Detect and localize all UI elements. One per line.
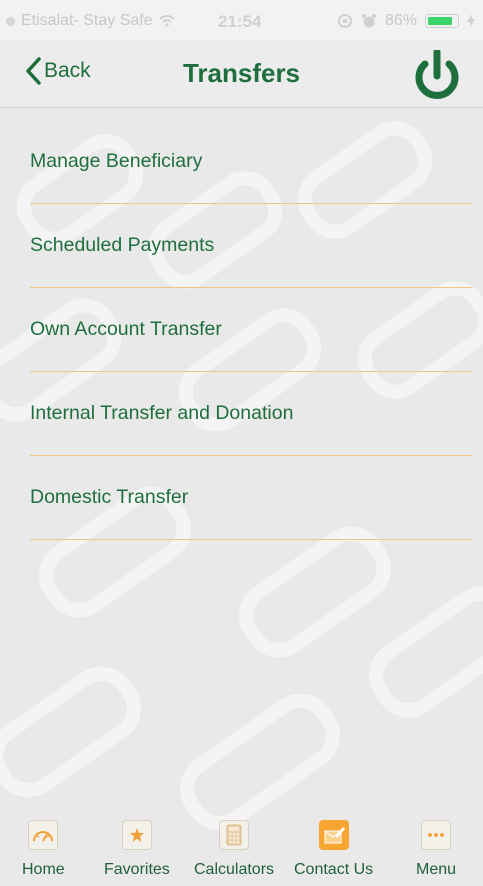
- envelope-edit-icon: [318, 820, 349, 850]
- menu-item-internal-transfer-donation[interactable]: Internal Transfer and Donation: [30, 372, 473, 456]
- tab-contact-us[interactable]: Contact Us: [294, 820, 373, 879]
- status-time: 21:54: [218, 12, 262, 31]
- menu-item-own-account-transfer[interactable]: Own Account Transfer: [30, 288, 473, 372]
- speedometer-icon: [28, 820, 59, 850]
- tab-menu-label: Menu: [416, 861, 457, 878]
- logout-button[interactable]: [409, 48, 465, 105]
- transfers-menu-list: Manage Beneficiary Scheduled Payments Ow…: [30, 120, 473, 540]
- status-bar: Etisalat- Stay Safe 21:54 86%: [0, 0, 483, 40]
- carrier-info: Etisalat- Stay Safe: [6, 12, 175, 30]
- menu-item-label: Scheduled Payments: [30, 234, 215, 256]
- tab-favorites[interactable]: Favorites: [104, 820, 170, 879]
- alarm-icon: [361, 14, 376, 28]
- more-dots-icon: [421, 820, 452, 850]
- menu-item-label: Domestic Transfer: [30, 486, 189, 508]
- tab-calculators-label: Calculators: [194, 861, 275, 878]
- charging-icon: [467, 14, 475, 28]
- calculator-icon: [219, 820, 250, 850]
- signal-icon: [6, 16, 15, 26]
- menu-item-manage-beneficiary[interactable]: Manage Beneficiary: [30, 120, 473, 204]
- menu-item-label: Manage Beneficiary: [30, 150, 203, 172]
- menu-item-scheduled-payments[interactable]: Scheduled Payments: [30, 204, 473, 288]
- battery-icon: [425, 14, 459, 28]
- bottom-tab-bar: Home Favorites Calculators Contact Us Me…: [0, 814, 483, 886]
- tab-menu[interactable]: Menu: [416, 820, 456, 879]
- tab-favorites-label: Favorites: [104, 861, 170, 878]
- tab-calculators[interactable]: Calculators: [194, 820, 274, 879]
- star-icon: [121, 820, 152, 850]
- carrier-name: Etisalat- Stay Safe: [21, 12, 153, 29]
- menu-item-domestic-transfer[interactable]: Domestic Transfer: [30, 456, 473, 540]
- tab-contact-us-label: Contact Us: [294, 861, 374, 878]
- status-right: 86%: [337, 12, 475, 30]
- tab-home-label: Home: [22, 861, 65, 878]
- rotation-lock-icon: [337, 14, 352, 28]
- battery-percent: 86%: [384, 12, 417, 29]
- power-icon: [415, 48, 459, 99]
- wifi-icon: [158, 15, 175, 27]
- navigation-header: Back Transfers: [0, 40, 483, 108]
- menu-item-label: Own Account Transfer: [30, 318, 222, 340]
- tab-home[interactable]: Home: [22, 820, 65, 879]
- menu-item-label: Internal Transfer and Donation: [30, 402, 294, 424]
